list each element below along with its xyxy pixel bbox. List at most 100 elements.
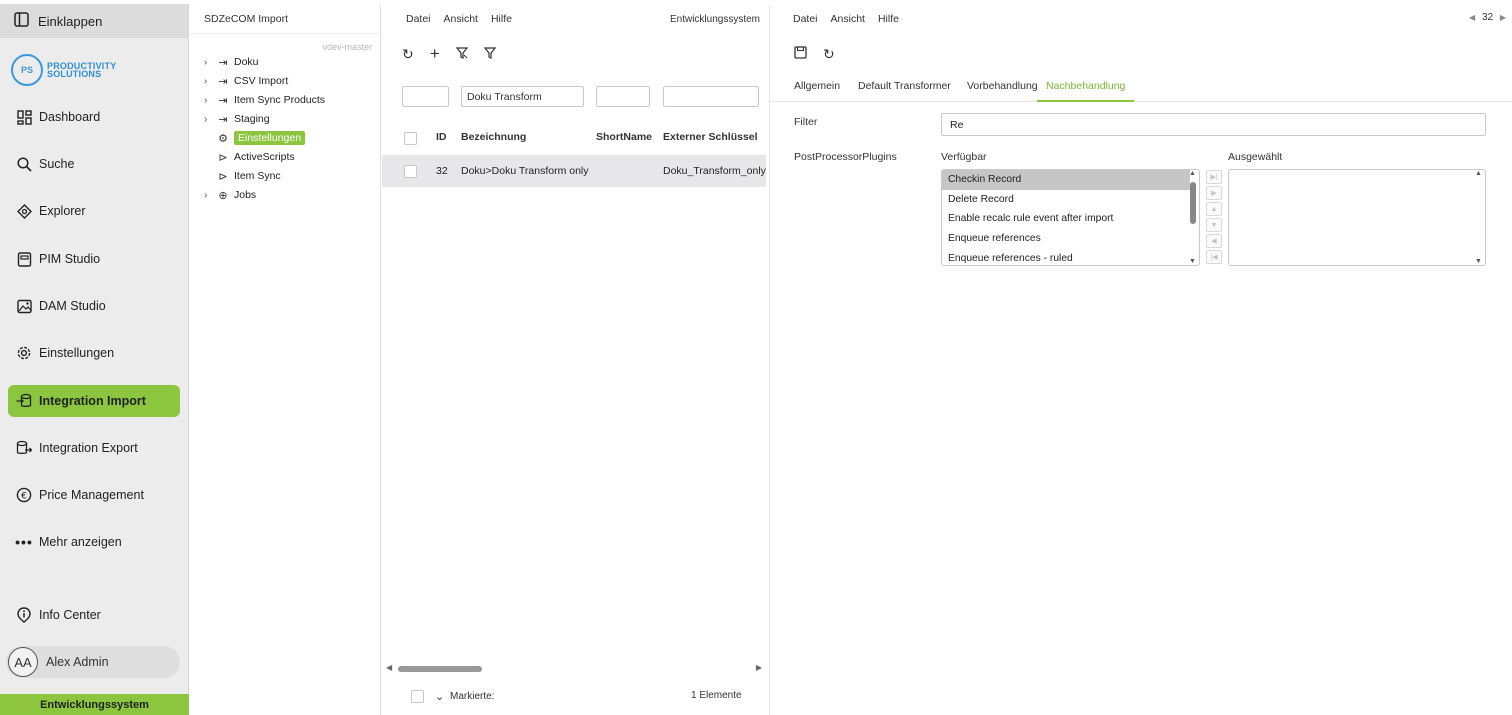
filter-label: Filter [794,116,818,128]
list-item[interactable]: Checkin Record [942,170,1190,190]
scrollbar-thumb[interactable] [398,666,482,672]
scroll-left-icon[interactable]: ◀ [386,663,392,672]
table-row[interactable]: 32 Doku>Doku Transform only Doku_Transfo… [382,155,766,187]
nav-item-suche[interactable]: Suche [8,148,180,180]
nav-item-mehr-anzeigen[interactable]: ••• Mehr anzeigen [8,526,180,558]
add-icon[interactable]: + [430,44,440,64]
collapse-button[interactable]: Einklappen [0,4,188,38]
tree-item-einstellungen[interactable]: ⚙ Einstellungen [216,129,306,147]
nav-item-dashboard[interactable]: Dashboard [8,101,180,133]
record-pager: ◀ 32 ▶ [1469,12,1506,23]
nav-item-price-management[interactable]: € Price Management [8,479,180,511]
scroll-right-icon[interactable]: ▶ [756,663,762,672]
move-right-icon[interactable]: ▶ [1206,186,1222,200]
horizontal-scrollbar[interactable]: ◀ ▶ [386,663,762,674]
nav-item-dam-studio[interactable]: DAM Studio [8,290,180,322]
sidebar-collapse-icon [14,12,29,30]
save-icon[interactable] [794,46,807,62]
chevron-right-icon[interactable]: › [204,114,216,125]
filter-bezeichnung-input[interactable]: Doku Transform [461,86,584,107]
available-list-scrollbar[interactable]: ▲ ▼ [1188,170,1198,265]
nav-item-label: DAM Studio [39,299,106,313]
row-checkbox[interactable] [404,165,417,178]
chevron-right-icon[interactable]: › [204,76,216,87]
menu-hilfe[interactable]: Hilfe [878,13,899,25]
tree-item-item-sync[interactable]: ⊳ Item Sync [216,167,281,185]
available-label: Verfügbar [941,151,987,163]
list-panel: Datei Ansicht Hilfe Entwicklungssystem ↻… [382,4,766,715]
filter-icon[interactable] [483,46,496,62]
menu-ansicht[interactable]: Ansicht [831,13,865,25]
filter-settings-icon[interactable] [455,46,468,62]
nav-item-info-center[interactable]: Info Center [8,599,180,631]
chevron-right-icon[interactable]: › [204,57,216,68]
tree-item-csv-import[interactable]: › ⇥ CSV Import [204,72,288,90]
select-all-checkbox[interactable] [404,132,417,145]
menu-ansicht[interactable]: Ansicht [444,13,478,25]
filter-shortname-input[interactable] [596,86,650,107]
filter-key-input[interactable] [663,86,759,107]
selected-plugins-list[interactable]: ▲ ▼ [1228,169,1486,266]
tree-item-staging[interactable]: › ⇥ Staging [204,110,270,128]
refresh-icon[interactable]: ↻ [402,46,414,63]
filter-id-input[interactable] [402,86,449,107]
table-header: ID Bezeichnung ShortName Externer Schlüs… [382,128,766,148]
footer-checkbox[interactable] [411,690,424,703]
tree-panel: SDZeCOM Import vdev-master › ⇥ Doku › ⇥ … [190,4,381,715]
menu-datei[interactable]: Datei [793,13,818,25]
search-icon [16,156,32,172]
explorer-icon [16,203,32,219]
image-icon [16,298,32,314]
chevron-right-icon[interactable]: › [204,190,216,201]
nav-item-explorer[interactable]: Explorer [8,195,180,227]
selected-list-scrollbar[interactable]: ▲ ▼ [1474,170,1484,265]
scroll-down-icon[interactable]: ▼ [1475,258,1482,265]
list-item[interactable]: Delete Record [942,190,1190,210]
tab-default-transformer[interactable]: Default Transformer [858,80,951,102]
filter-input[interactable]: Re [941,113,1486,136]
scroll-up-icon[interactable]: ▲ [1475,170,1482,177]
column-header-key[interactable]: Externer Schlüssel [663,131,758,143]
menu-hilfe[interactable]: Hilfe [491,13,512,25]
column-header-id[interactable]: ID [436,131,447,143]
user-name: Alex Admin [46,655,109,669]
move-to-last-icon[interactable]: ▶| [1206,170,1222,184]
list-item[interactable]: Enqueue references - ruled [942,248,1190,265]
menu-datei[interactable]: Datei [406,13,431,25]
import-node-icon: ⇥ [218,75,228,88]
previous-record-icon[interactable]: ◀ [1469,13,1475,22]
nav-item-integration-import[interactable]: Integration Import [8,385,180,417]
nav-item-integration-export[interactable]: Integration Export [8,432,180,464]
available-plugins-list[interactable]: Checkin Record Delete Record Enable reca… [941,169,1200,266]
move-up-icon[interactable]: ▲ [1206,202,1222,216]
more-icon: ••• [15,534,33,550]
tree-item-jobs[interactable]: › ⊕ Jobs [204,186,256,204]
scrollbar-thumb[interactable] [1190,182,1196,224]
environment-badge: Entwicklungssystem [0,694,189,715]
nav-item-label: Suche [39,157,75,171]
scroll-down-icon[interactable]: ▼ [1189,258,1196,265]
nav-item-pim-studio[interactable]: PIM Studio [8,243,180,275]
list-item[interactable]: Enqueue references [942,229,1190,249]
move-left-icon[interactable]: ◀ [1206,234,1222,248]
nav-item-einstellungen[interactable]: Einstellungen [8,337,180,369]
undo-icon[interactable]: ↻ [823,46,835,63]
tree-item-doku[interactable]: › ⇥ Doku [204,53,259,71]
tree-item-activescripts[interactable]: ⊳ ActiveScripts [216,148,294,166]
chevron-right-icon[interactable]: › [204,95,216,106]
user-menu[interactable]: AA Alex Admin [6,646,180,678]
next-record-icon[interactable]: ▶ [1500,13,1506,22]
record-number: 32 [1481,12,1494,23]
column-header-shortname[interactable]: ShortName [596,131,652,143]
tree-item-item-sync-products[interactable]: › ⇥ Item Sync Products [204,91,325,109]
tab-vorbehandlung[interactable]: Vorbehandlung [967,80,1038,102]
move-to-first-icon[interactable]: |◀ [1206,250,1222,264]
scroll-up-icon[interactable]: ▲ [1189,170,1196,177]
tree-item-label: Item Sync [234,170,281,182]
move-down-icon[interactable]: ▼ [1206,218,1222,232]
chevron-down-icon[interactable]: ⌄ [435,690,444,703]
tab-nachbehandlung[interactable]: Nachbehandlung [1037,80,1135,102]
list-item[interactable]: Enable recalc rule event after import [942,209,1190,229]
tab-allgemein[interactable]: Allgemein [794,80,840,102]
column-header-bezeichnung[interactable]: Bezeichnung [461,131,526,143]
